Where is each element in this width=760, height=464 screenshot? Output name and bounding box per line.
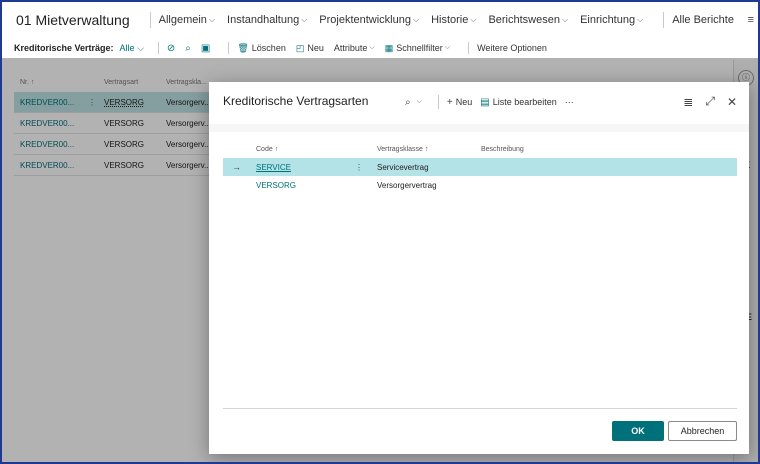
- toolbar-divider: [437, 95, 439, 109]
- edit-list-label: Liste bearbeiten: [492, 97, 557, 107]
- more-options-label: Weitere Optionen: [477, 43, 547, 53]
- nav-label: Projektentwicklung: [319, 14, 411, 26]
- arrow-right-icon: →: [232, 162, 241, 172]
- nav-label: Historie: [431, 14, 469, 26]
- dialog-divider-band: [209, 124, 749, 132]
- chevron-down-icon: ⌵: [637, 15, 644, 24]
- nav-label: Instandhaltung: [227, 14, 300, 26]
- toolbar-divider: [468, 42, 470, 54]
- nav-item-historie[interactable]: Historie ⌵: [431, 14, 476, 26]
- list-caption: Kreditorische Verträge:: [14, 43, 114, 53]
- nav-divider: [663, 12, 665, 28]
- table-row[interactable]: → SERVICE ⋮ Servicevertrag: [223, 158, 737, 176]
- search-icon: ⌕: [405, 96, 411, 108]
- ok-button[interactable]: OK: [612, 421, 664, 441]
- table-header: Code ↑ Vertragsklasse ↑ Beschreibung: [223, 140, 737, 158]
- nav-divider: [149, 12, 151, 28]
- app-frame: 01 Mietverwaltung Allgemein ⌵ Instandhalt…: [0, 0, 760, 464]
- nav-item-allgemein[interactable]: Allgemein ⌵: [159, 14, 215, 26]
- chevron-down-icon: ⌵: [301, 15, 308, 24]
- dialog-footer-divider: [223, 408, 737, 409]
- new-button[interactable]: ◰ Neu: [296, 43, 324, 54]
- delete-label: Löschen: [251, 43, 286, 53]
- lookup-dialog: Kreditorische Vertragsarten ⌕ ⌵ + Neu ▤ Lis…: [209, 82, 749, 454]
- nav-label: Alle Berichte: [672, 14, 734, 26]
- dialog-toolbar: ⌕ ⌵ + Neu ▤ Liste bearbeiten ···: [405, 94, 582, 110]
- dialog-title: Kreditorische Vertragsarten: [223, 94, 369, 108]
- cell-vertragsklasse: Servicevertrag: [377, 162, 429, 172]
- new-document-icon: ◰: [295, 42, 305, 53]
- nav-label: Allgemein: [158, 14, 207, 26]
- toolbar-divider: [157, 42, 159, 54]
- edit-list-button[interactable]: ▤ Liste bearbeiten: [480, 97, 557, 108]
- view-filter[interactable]: Alle ⌵: [120, 43, 144, 54]
- attributes-label: Attribute: [333, 43, 368, 53]
- close-icon[interactable]: ✕: [727, 95, 737, 109]
- row-menu-icon[interactable]: ⋮: [355, 163, 377, 172]
- new-label: Neu: [307, 43, 324, 53]
- quickfilter-label: Schnellfilter: [396, 43, 443, 53]
- cancel-button[interactable]: Abbrechen: [668, 421, 737, 441]
- chevron-down-icon: ⌵: [416, 98, 422, 105]
- dialog-window-controls: ≣ ⤢ ✕: [671, 94, 737, 109]
- layout-icon[interactable]: ▣: [201, 43, 210, 54]
- app-title[interactable]: 01 Mietverwaltung: [16, 12, 130, 28]
- search-icon[interactable]: ⌕: [185, 43, 191, 54]
- filter-icon: ▦: [384, 42, 394, 53]
- attributes-button[interactable]: Attribute ⌵: [334, 43, 375, 53]
- edit-list-icon: ▤: [480, 96, 490, 108]
- menu-icon[interactable]: ≡: [748, 14, 754, 26]
- more-actions-icon[interactable]: ···: [565, 97, 574, 107]
- toolbar-divider: [228, 42, 230, 54]
- analysis-icon[interactable]: ⊘: [167, 43, 175, 54]
- chevron-down-icon: ⌵: [137, 42, 144, 53]
- cell-vertragsklasse: Versorgervertrag: [377, 180, 437, 190]
- new-button[interactable]: + Neu: [447, 97, 472, 108]
- chevron-down-icon: ⌵: [470, 15, 477, 24]
- expand-icon[interactable]: ⤢: [705, 94, 715, 109]
- table-row[interactable]: VERSORG Versorgervertrag: [223, 176, 737, 194]
- new-label: Neu: [455, 97, 473, 107]
- nav-item-berichtswesen[interactable]: Berichtswesen ⌵: [488, 14, 568, 26]
- chevron-down-icon: ⌵: [412, 15, 420, 24]
- search-button[interactable]: ⌕ ⌵: [405, 97, 422, 108]
- nav-item-alle-berichte[interactable]: Alle Berichte: [672, 14, 734, 26]
- more-options-button[interactable]: Weitere Optionen: [477, 43, 547, 53]
- chevron-down-icon: ⌵: [208, 15, 216, 24]
- nav-label: Einrichtung: [580, 14, 636, 26]
- column-header-beschreibung[interactable]: Beschreibung: [481, 146, 737, 153]
- nav-item-einrichtung[interactable]: Einrichtung ⌵: [580, 14, 643, 26]
- trash-icon: 🗑: [237, 42, 249, 53]
- nav-item-projektentwicklung[interactable]: Projektentwicklung ⌵: [319, 14, 419, 26]
- contract-types-table: Code ↑ Vertragsklasse ↑ Beschreibung → S…: [223, 140, 737, 194]
- cell-code[interactable]: VERSORG: [241, 181, 355, 190]
- list-view-icon[interactable]: ≣: [683, 95, 693, 109]
- view-filter-label: Alle: [119, 42, 135, 53]
- plus-icon: +: [446, 96, 453, 108]
- chevron-down-icon: ⌵: [369, 44, 375, 51]
- nav-label: Berichtswesen: [488, 14, 560, 26]
- column-header-code[interactable]: Code ↑: [241, 146, 355, 153]
- top-navigation: 01 Mietverwaltung Allgemein ⌵ Instandhalt…: [2, 2, 758, 38]
- nav-item-instandhaltung[interactable]: Instandhaltung ⌵: [227, 14, 307, 26]
- cell-code[interactable]: SERVICE: [241, 163, 355, 172]
- delete-button[interactable]: 🗑 Löschen: [237, 43, 285, 54]
- column-header-vertragsklasse[interactable]: Vertragsklasse ↑: [377, 146, 481, 153]
- quickfilter-button[interactable]: ▦ Schnellfilter ⌵: [385, 43, 450, 54]
- chevron-down-icon: ⌵: [444, 44, 451, 51]
- action-bar: Kreditorische Verträge: Alle ⌵ ⊘ ⌕ ▣ 🗑 Lö…: [2, 38, 758, 58]
- chevron-down-icon: ⌵: [561, 15, 569, 24]
